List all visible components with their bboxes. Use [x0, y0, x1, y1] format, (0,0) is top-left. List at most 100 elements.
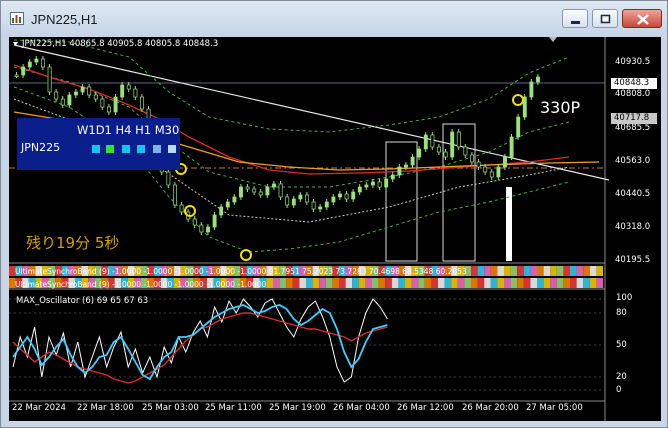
price-label: 40195.5: [615, 255, 651, 265]
band1-cell: [504, 266, 511, 276]
time-label: 22 Mar 18:00: [77, 403, 134, 413]
band1-cell: [497, 266, 504, 276]
band1-cell: [570, 266, 577, 276]
band2-cell: [299, 278, 306, 288]
band1-cell: [490, 266, 498, 276]
band1-cell: [517, 266, 524, 276]
candle: [483, 166, 488, 173]
band2-cell: [405, 278, 412, 288]
candle: [100, 98, 105, 108]
candle: [470, 154, 474, 163]
band1-cell: [471, 266, 478, 276]
osc-level-label: 100: [616, 293, 633, 303]
title-bar[interactable]: JPN225,H1: [1, 1, 667, 37]
band2-cell: [484, 278, 491, 288]
candle: [272, 183, 276, 188]
candle: [74, 91, 78, 96]
time-label: 22 Mar 2024: [12, 403, 66, 413]
candle: [371, 181, 375, 186]
band2-cell: [385, 278, 392, 288]
candle: [443, 151, 448, 158]
candle: [489, 171, 494, 178]
band1-cell: [523, 266, 531, 276]
mtf-signal-square: [168, 145, 176, 153]
candle: [80, 86, 85, 93]
band2-cell: [424, 278, 432, 288]
candle: [324, 201, 329, 208]
time-label: 26 Mar 20:00: [462, 403, 519, 413]
band1-cell: [484, 266, 491, 276]
mtf-panel: W1D1 H4 H1 M30 JPN225: [17, 118, 180, 170]
band2-cell: [352, 278, 359, 288]
maximize-button[interactable]: [592, 9, 618, 28]
candle: [120, 84, 125, 98]
move-annotation: 330P: [540, 98, 581, 117]
band2-cell: [537, 278, 544, 288]
candle: [41, 58, 45, 68]
band2-cell: [576, 278, 584, 288]
candle: [113, 96, 118, 113]
band1-cell: [589, 266, 597, 276]
oscillator-label: MAX_Oscillator (6) 69 65 67 63: [16, 296, 149, 306]
price-chart[interactable]: JPN225,H1 40865.8 40905.8 40805.8 40848.…: [9, 37, 661, 421]
band2-cell: [306, 278, 313, 288]
band2-cell: [266, 278, 273, 288]
band2-cell: [365, 278, 372, 288]
band2-cell: [411, 278, 419, 288]
band2-cell: [286, 278, 293, 288]
candle: [298, 194, 303, 200]
band2-cell: [471, 278, 478, 288]
band1-cell: [583, 266, 590, 276]
candle: [351, 191, 356, 200]
candle: [311, 201, 316, 210]
candle: [338, 193, 342, 198]
band2-cell: [319, 278, 326, 288]
time-label: 26 Mar 04:00: [333, 403, 390, 413]
candle: [133, 88, 138, 98]
candle: [252, 188, 257, 193]
bar-countdown: 残り19分 5秒: [26, 234, 120, 252]
candle: [285, 196, 290, 206]
candle: [536, 76, 540, 83]
candle: [509, 136, 514, 158]
highlight-bar: [506, 187, 512, 261]
minimize-button[interactable]: [562, 9, 588, 28]
candle: [140, 96, 144, 110]
band2-cell: [332, 278, 339, 288]
band2-cell: [451, 278, 458, 288]
shift-marker: [549, 37, 557, 42]
band2-cell: [358, 278, 366, 288]
mtf-signal-square: [92, 145, 100, 153]
band2-cell: [504, 278, 511, 288]
current-price-tag: 40848.3: [611, 78, 657, 89]
band2-cell: [589, 278, 597, 288]
minimize-icon: [571, 21, 580, 24]
candle: [47, 66, 52, 93]
candle: [450, 131, 455, 158]
mtf-signal-square: [153, 145, 161, 153]
candle: [206, 226, 210, 233]
candle: [239, 186, 243, 198]
band1-cell: [510, 266, 518, 276]
band2-cell: [490, 278, 498, 288]
band2-cell: [523, 278, 531, 288]
close-icon: [637, 14, 649, 25]
band2-cell: [550, 278, 557, 288]
band2-cell: [345, 278, 353, 288]
band2-cell: [378, 278, 386, 288]
candle: [463, 146, 468, 156]
price-label: 40808.0: [615, 89, 651, 99]
band2-cell: [477, 278, 485, 288]
band1-cell: [596, 266, 603, 276]
band1-cell: [563, 266, 570, 276]
band2-cell: [438, 278, 445, 288]
band2-cell: [398, 278, 405, 288]
candle: [60, 98, 65, 106]
band2-cell: [312, 278, 320, 288]
chart-app-icon: [10, 12, 24, 25]
band2-cell: [273, 278, 280, 288]
band2-cell: [339, 278, 346, 288]
close-button[interactable]: [622, 9, 662, 28]
price-label: 40685.5: [615, 123, 651, 133]
candle: [245, 186, 250, 190]
